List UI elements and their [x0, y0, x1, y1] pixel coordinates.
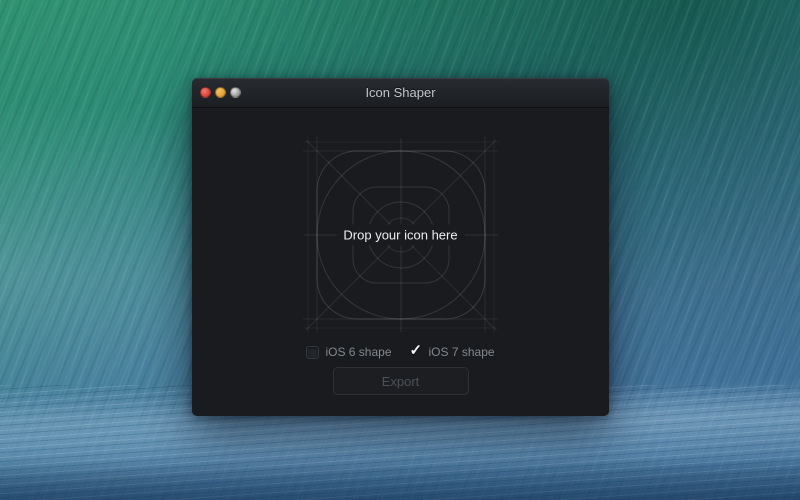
- ios6-checkbox[interactable]: [306, 346, 319, 359]
- shape-options: iOS 6 shape ✓ iOS 7 shape: [306, 344, 494, 360]
- window-content: Drop your icon here iOS 6 shape ✓ iOS 7 …: [192, 108, 609, 416]
- ios7-checkbox[interactable]: ✓: [410, 346, 423, 359]
- checkmark-icon: ✓: [410, 343, 423, 358]
- app-window: Icon Shaper: [192, 78, 609, 415]
- option-ios6-shape[interactable]: iOS 6 shape: [306, 345, 391, 359]
- ios6-label[interactable]: iOS 6 shape: [325, 345, 391, 359]
- titlebar[interactable]: Icon Shaper: [192, 78, 609, 108]
- export-button[interactable]: Export: [333, 367, 469, 395]
- option-ios7-shape[interactable]: ✓ iOS 7 shape: [410, 345, 495, 359]
- ios7-label[interactable]: iOS 7 shape: [429, 345, 495, 359]
- drop-hint-text: Drop your icon here: [336, 225, 464, 246]
- icon-drop-zone[interactable]: Drop your icon here: [301, 135, 501, 335]
- wallpaper-bottom-shade: [0, 460, 800, 500]
- window-title: Icon Shaper: [192, 78, 609, 107]
